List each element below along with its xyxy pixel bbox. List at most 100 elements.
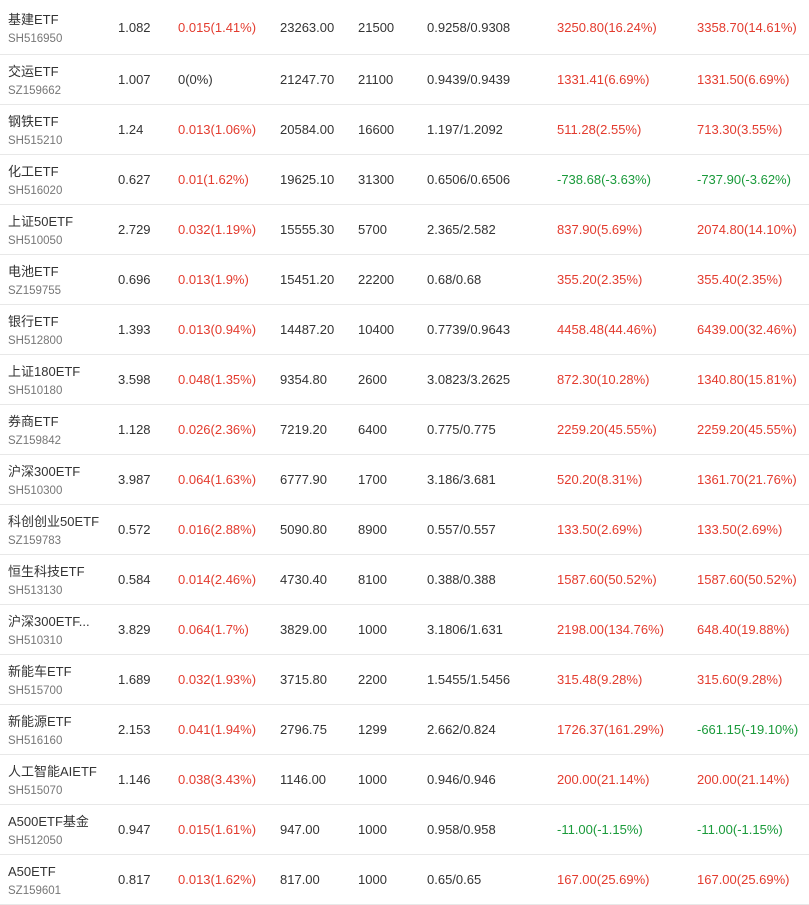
quantity: 16600 bbox=[358, 122, 395, 137]
table-row[interactable]: 新能源ETF SH516160 2.153 0.041(1.94%) 2796.… bbox=[0, 705, 809, 755]
etf-name-cell[interactable]: 上证180ETF SH510180 bbox=[8, 363, 80, 399]
etf-name-cell[interactable]: 人工智能AIETF SH515070 bbox=[8, 763, 97, 799]
profit-loss: 355.20(2.35%) bbox=[557, 272, 643, 287]
table-row[interactable]: 沪深300ETF SH510300 3.987 0.064(1.63%) 677… bbox=[0, 455, 809, 505]
cost-price: 0.9439/0.9439 bbox=[427, 72, 511, 87]
etf-name[interactable]: 化工ETF bbox=[8, 163, 62, 181]
profit-loss: 315.48(9.28%) bbox=[557, 672, 643, 687]
profit-loss: 200.00(21.14%) bbox=[557, 772, 650, 787]
table-row[interactable]: 人工智能AIETF SH515070 1.146 0.038(3.43%) 11… bbox=[0, 755, 809, 805]
table-row[interactable]: 科创创业50ETF SZ159783 0.572 0.016(2.88%) 50… bbox=[0, 505, 809, 555]
etf-name[interactable]: A50ETF bbox=[8, 863, 61, 881]
cost-price: 2.365/2.582 bbox=[427, 222, 496, 237]
price-change: 0.048(1.35%) bbox=[178, 372, 257, 387]
etf-name-cell[interactable]: 基建ETF SH516950 bbox=[8, 11, 62, 47]
quantity: 22200 bbox=[358, 272, 395, 287]
etf-code: SH510300 bbox=[8, 485, 63, 497]
profit-loss: -738.68(-3.63%) bbox=[557, 172, 651, 187]
price: 1.082 bbox=[118, 20, 151, 35]
etf-name-cell[interactable]: A500ETF基金 SH512050 bbox=[8, 813, 89, 849]
etf-name-cell[interactable]: 科创创业50ETF SZ159783 bbox=[8, 513, 99, 549]
etf-name[interactable]: 电池ETF bbox=[8, 263, 61, 281]
etf-name-cell[interactable]: A50ETF SZ159601 bbox=[8, 863, 61, 899]
price: 0.696 bbox=[118, 272, 151, 287]
table-row[interactable]: 交运ETF SZ159662 1.007 0(0%) 21247.70 2110… bbox=[0, 55, 809, 105]
profit-loss-alt: 315.60(9.28%) bbox=[697, 672, 783, 687]
etf-name[interactable]: 交运ETF bbox=[8, 63, 61, 81]
cost-price: 0.68/0.68 bbox=[427, 272, 482, 287]
table-row[interactable]: 化工ETF SH516020 0.627 0.01(1.62%) 19625.1… bbox=[0, 155, 809, 205]
etf-name[interactable]: 人工智能AIETF bbox=[8, 763, 97, 781]
profit-loss-alt: 355.40(2.35%) bbox=[697, 272, 783, 287]
profit-loss: 872.30(10.28%) bbox=[557, 372, 650, 387]
etf-name[interactable]: 上证180ETF bbox=[8, 363, 80, 381]
market-value: 21247.70 bbox=[280, 72, 335, 87]
profit-loss: 1331.41(6.69%) bbox=[557, 72, 650, 87]
table-row[interactable]: 上证50ETF SH510050 2.729 0.032(1.19%) 1555… bbox=[0, 205, 809, 255]
price-change: 0.015(1.41%) bbox=[178, 20, 257, 35]
table-row[interactable]: 沪深300ETF... SH510310 3.829 0.064(1.7%) 3… bbox=[0, 605, 809, 655]
etf-name[interactable]: 上证50ETF bbox=[8, 213, 73, 231]
etf-name-cell[interactable]: 沪深300ETF SH510300 bbox=[8, 463, 80, 499]
profit-loss-alt: 200.00(21.14%) bbox=[697, 772, 790, 787]
etf-name-cell[interactable]: 银行ETF SH512800 bbox=[8, 313, 62, 349]
etf-name[interactable]: 科创创业50ETF bbox=[8, 513, 99, 531]
quantity: 5700 bbox=[358, 222, 387, 237]
profit-loss-alt: 133.50(2.69%) bbox=[697, 522, 783, 537]
etf-name-cell[interactable]: 新能源ETF SH516160 bbox=[8, 713, 72, 749]
price-change: 0.013(1.62%) bbox=[178, 872, 257, 887]
profit-loss-alt: 2259.20(45.55%) bbox=[697, 422, 797, 437]
etf-name[interactable]: 沪深300ETF bbox=[8, 463, 80, 481]
profit-loss-alt: -737.90(-3.62%) bbox=[697, 172, 791, 187]
table-row[interactable]: 券商ETF SZ159842 1.128 0.026(2.36%) 7219.2… bbox=[0, 405, 809, 455]
etf-name-cell[interactable]: 沪深300ETF... SH510310 bbox=[8, 613, 90, 649]
etf-name[interactable]: 银行ETF bbox=[8, 313, 62, 331]
price-change: 0.014(2.46%) bbox=[178, 572, 257, 587]
profit-loss-alt: 3358.70(14.61%) bbox=[697, 20, 797, 35]
etf-name[interactable]: 券商ETF bbox=[8, 413, 61, 431]
etf-name-cell[interactable]: 交运ETF SZ159662 bbox=[8, 63, 61, 99]
profit-loss: 2198.00(134.76%) bbox=[557, 622, 664, 637]
etf-name-cell[interactable]: 上证50ETF SH510050 bbox=[8, 213, 73, 249]
price: 0.817 bbox=[118, 872, 151, 887]
cost-price: 0.388/0.388 bbox=[427, 572, 496, 587]
price: 3.598 bbox=[118, 372, 151, 387]
table-row[interactable]: A50ETF SZ159601 0.817 0.013(1.62%) 817.0… bbox=[0, 855, 809, 905]
table-row[interactable]: 恒生科技ETF SH513130 0.584 0.014(2.46%) 4730… bbox=[0, 555, 809, 605]
table-row[interactable]: 上证180ETF SH510180 3.598 0.048(1.35%) 935… bbox=[0, 355, 809, 405]
etf-name[interactable]: 钢铁ETF bbox=[8, 113, 62, 131]
market-value: 3829.00 bbox=[280, 622, 327, 637]
profit-loss: 511.28(2.55%) bbox=[557, 122, 642, 137]
table-row[interactable]: 电池ETF SZ159755 0.696 0.013(1.9%) 15451.2… bbox=[0, 255, 809, 305]
etf-name-cell[interactable]: 钢铁ETF SH515210 bbox=[8, 113, 62, 149]
etf-name[interactable]: A500ETF基金 bbox=[8, 813, 89, 831]
etf-name[interactable]: 基建ETF bbox=[8, 11, 62, 29]
etf-name[interactable]: 恒生科技ETF bbox=[8, 563, 85, 581]
etf-code: SH516160 bbox=[8, 735, 63, 747]
market-value: 1146.00 bbox=[280, 772, 327, 787]
table-row[interactable]: 新能车ETF SH515700 1.689 0.032(1.93%) 3715.… bbox=[0, 655, 809, 705]
etf-name-cell[interactable]: 电池ETF SZ159755 bbox=[8, 263, 61, 299]
cost-price: 0.9258/0.9308 bbox=[427, 20, 511, 35]
etf-code: SH515210 bbox=[8, 135, 63, 147]
price-change: 0.013(0.94%) bbox=[178, 322, 257, 337]
profit-loss-alt: 1331.50(6.69%) bbox=[697, 72, 790, 87]
cost-price: 3.186/3.681 bbox=[427, 472, 496, 487]
quantity: 1000 bbox=[358, 622, 387, 637]
etf-name-cell[interactable]: 化工ETF SH516020 bbox=[8, 163, 62, 199]
etf-name-cell[interactable]: 券商ETF SZ159842 bbox=[8, 413, 61, 449]
etf-name[interactable]: 新能源ETF bbox=[8, 713, 72, 731]
quantity: 21100 bbox=[358, 72, 394, 87]
etf-name[interactable]: 新能车ETF bbox=[8, 663, 72, 681]
etf-name-cell[interactable]: 恒生科技ETF SH513130 bbox=[8, 563, 85, 599]
etf-name[interactable]: 沪深300ETF... bbox=[8, 613, 90, 631]
price-change: 0.064(1.63%) bbox=[178, 472, 257, 487]
table-row[interactable]: A500ETF基金 SH512050 0.947 0.015(1.61%) 94… bbox=[0, 805, 809, 855]
table-row[interactable]: 基建ETF SH516950 1.082 0.015(1.41%) 23263.… bbox=[0, 0, 809, 55]
etf-code: SH512800 bbox=[8, 335, 63, 347]
price: 1.128 bbox=[118, 422, 151, 437]
etf-name-cell[interactable]: 新能车ETF SH515700 bbox=[8, 663, 72, 699]
market-value: 817.00 bbox=[280, 872, 320, 887]
table-row[interactable]: 钢铁ETF SH515210 1.24 0.013(1.06%) 20584.0… bbox=[0, 105, 809, 155]
table-row[interactable]: 银行ETF SH512800 1.393 0.013(0.94%) 14487.… bbox=[0, 305, 809, 355]
